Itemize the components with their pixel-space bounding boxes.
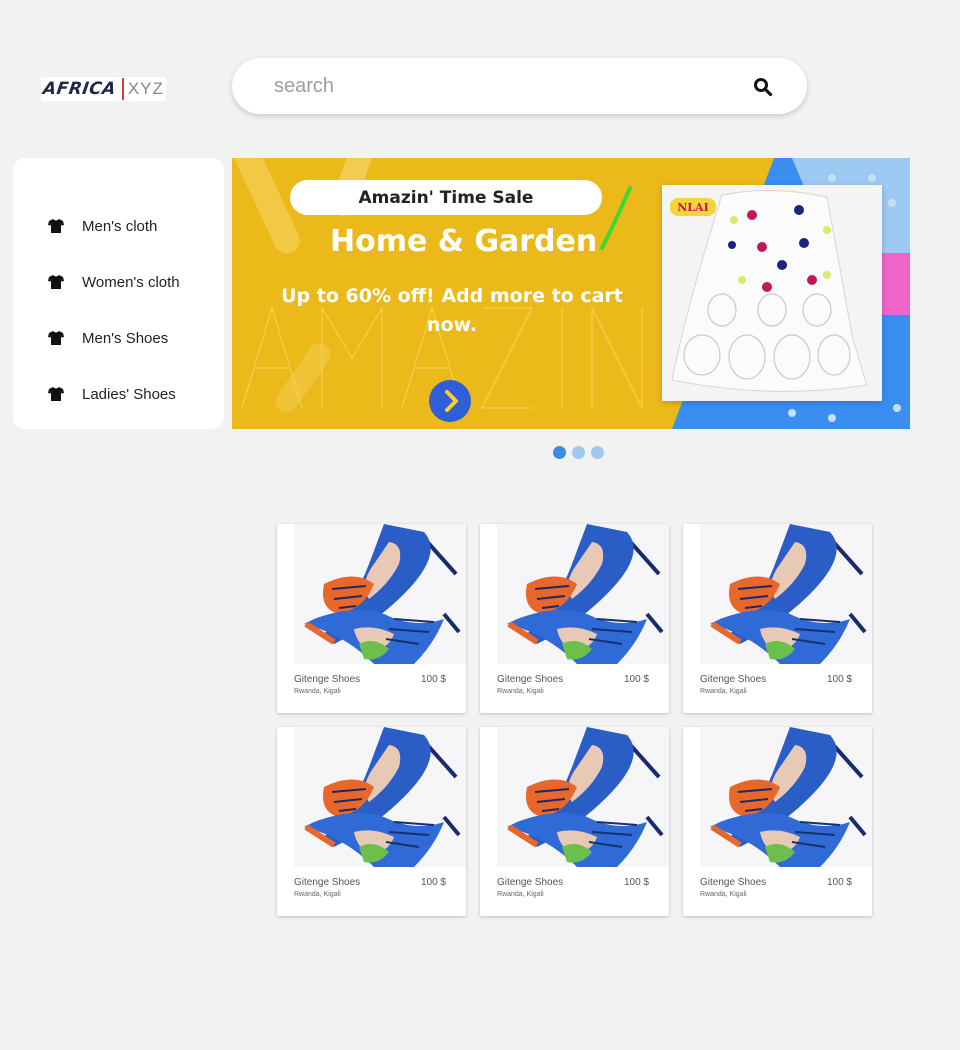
shirt-icon bbox=[48, 219, 64, 233]
sidebar-item-mens-cloth[interactable]: Men's cloth bbox=[13, 198, 224, 254]
product-name[interactable]: Gitenge Shoes bbox=[700, 877, 766, 888]
product-card[interactable]: Gitenge Shoes 100 $ Rwanda, Kigali bbox=[480, 727, 669, 916]
product-name[interactable]: Gitenge Shoes bbox=[700, 674, 766, 685]
product-card[interactable]: Gitenge Shoes 100 $ Rwanda, Kigali bbox=[683, 727, 872, 916]
brand-badge: NLAI bbox=[670, 198, 716, 216]
promo-banner[interactable]: Amazin' Time Sale Home & Garden Up to 60… bbox=[232, 158, 910, 429]
product-image[interactable] bbox=[497, 727, 669, 867]
sidebar-item-label: Men's cloth bbox=[82, 217, 158, 235]
shirt-icon bbox=[48, 275, 64, 289]
product-card[interactable]: Gitenge Shoes 100 $ Rwanda, Kigali bbox=[480, 524, 669, 713]
product-card[interactable]: Gitenge Shoes 100 $ Rwanda, Kigali bbox=[277, 524, 466, 713]
sidebar-item-ladies-shoes[interactable]: Ladies' Shoes bbox=[13, 366, 224, 422]
search-bar bbox=[232, 58, 807, 114]
banner-title: Home & Garden bbox=[330, 224, 598, 259]
carousel-dot-3[interactable] bbox=[591, 446, 604, 459]
carousel-dot-1[interactable] bbox=[553, 446, 566, 459]
product-image bbox=[662, 185, 882, 401]
product-name[interactable]: Gitenge Shoes bbox=[294, 674, 360, 685]
product-image[interactable] bbox=[700, 524, 872, 664]
product-location: Rwanda, Kigali bbox=[294, 891, 341, 898]
site-logo[interactable]: AFRICA XYZ bbox=[41, 77, 166, 101]
chevron-right-icon bbox=[445, 390, 458, 412]
carousel-indicators bbox=[553, 446, 604, 459]
logo-brand: AFRICA bbox=[41, 79, 118, 99]
search-icon[interactable] bbox=[753, 77, 773, 97]
shirt-icon bbox=[48, 331, 64, 345]
product-location: Rwanda, Kigali bbox=[700, 891, 747, 898]
product-name[interactable]: Gitenge Shoes bbox=[294, 877, 360, 888]
product-name[interactable]: Gitenge Shoes bbox=[497, 877, 563, 888]
product-price: 100 $ bbox=[826, 877, 852, 888]
product-location: Rwanda, Kigali bbox=[497, 891, 544, 898]
logo-suffix: XYZ bbox=[127, 79, 164, 98]
lace-fabric-illustration bbox=[671, 189, 868, 392]
product-image[interactable] bbox=[497, 524, 669, 664]
product-name[interactable]: Gitenge Shoes bbox=[497, 674, 563, 685]
banner-subtitle: Up to 60% off! Add more to cart now. bbox=[281, 285, 623, 336]
product-price: 100 $ bbox=[623, 877, 649, 888]
product-location: Rwanda, Kigali bbox=[700, 688, 747, 695]
sidebar-item-label: Ladies' Shoes bbox=[82, 385, 176, 403]
banner-next-button[interactable] bbox=[429, 380, 471, 422]
shirt-icon bbox=[48, 387, 64, 401]
sidebar-item-mens-shoes[interactable]: Men's Shoes bbox=[13, 310, 224, 366]
product-price: 100 $ bbox=[420, 877, 446, 888]
product-location: Rwanda, Kigali bbox=[497, 688, 544, 695]
sidebar-item-womens-cloth[interactable]: Women's cloth bbox=[13, 254, 224, 310]
product-image[interactable] bbox=[294, 524, 466, 664]
sidebar-item-label: Men's Shoes bbox=[82, 329, 169, 347]
sale-pill: Amazin' Time Sale bbox=[290, 180, 602, 215]
logo-divider bbox=[121, 78, 124, 100]
category-sidebar: Men's cloth Women's cloth Men's Shoes La… bbox=[13, 158, 224, 429]
product-grid: Gitenge Shoes 100 $ Rwanda, Kigali Gitenge… bbox=[277, 524, 872, 916]
product-price: 100 $ bbox=[420, 674, 446, 685]
sidebar-item-label: Women's cloth bbox=[82, 273, 180, 291]
product-price: 100 $ bbox=[826, 674, 852, 685]
product-card[interactable]: Gitenge Shoes 100 $ Rwanda, Kigali bbox=[683, 524, 872, 713]
product-location: Rwanda, Kigali bbox=[294, 688, 341, 695]
product-price: 100 $ bbox=[623, 674, 649, 685]
search-input[interactable] bbox=[274, 74, 714, 98]
product-image[interactable] bbox=[294, 727, 466, 867]
carousel-dot-2[interactable] bbox=[572, 446, 585, 459]
product-card[interactable]: Gitenge Shoes 100 $ Rwanda, Kigali bbox=[277, 727, 466, 916]
product-image[interactable] bbox=[700, 727, 872, 867]
